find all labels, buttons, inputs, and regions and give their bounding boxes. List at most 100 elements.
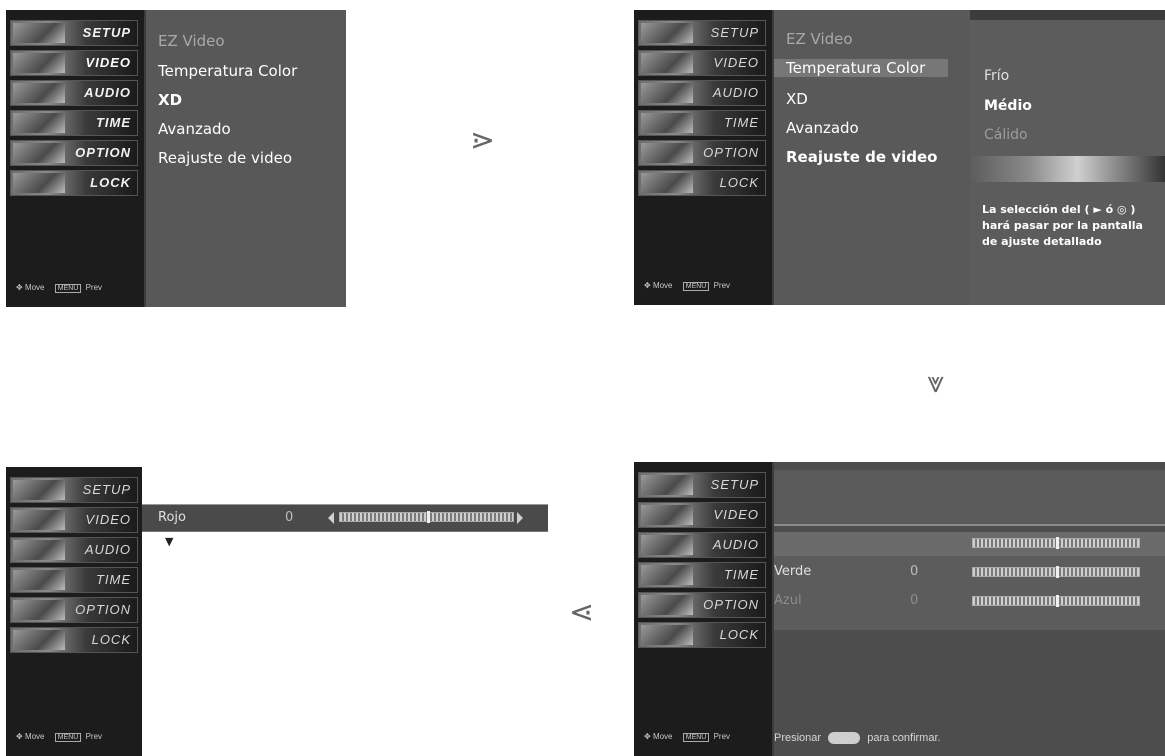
option-medio[interactable]: Médio xyxy=(984,98,1032,114)
lock-thumbnail-icon xyxy=(13,173,65,193)
menu-item-lock[interactable]: LOCK xyxy=(10,627,138,653)
menu-item-time[interactable]: TIME xyxy=(10,110,138,136)
menu-item-label: TIME xyxy=(723,115,759,130)
menu-item-label: OPTION xyxy=(75,602,131,617)
menu-item-label: TIME xyxy=(95,115,131,130)
nav-move-label: Move xyxy=(652,281,673,290)
video-thumbnail-icon xyxy=(13,53,65,73)
menu-item-time[interactable]: TIME xyxy=(638,562,766,588)
green-slider-track[interactable] xyxy=(972,566,1140,578)
flow-arrow-down-icon: ⩔ xyxy=(927,365,944,400)
option-reajuste-video[interactable]: Reajuste de video xyxy=(786,148,937,166)
audio-thumbnail-icon xyxy=(641,83,693,103)
nav-hint: ✥ Move MENU Prev xyxy=(644,281,730,291)
red-slider-track[interactable] xyxy=(339,511,514,523)
option-frio[interactable]: Frío xyxy=(984,68,1009,84)
menu-item-lock[interactable]: LOCK xyxy=(638,170,766,196)
menu-item-audio[interactable]: AUDIO xyxy=(638,80,766,106)
menu-item-lock[interactable]: LOCK xyxy=(638,622,766,648)
menu-item-video[interactable]: VIDEO xyxy=(10,50,138,76)
video-thumbnail-icon xyxy=(641,505,693,525)
slider-center-mark xyxy=(1056,537,1059,549)
menu-item-option[interactable]: OPTION xyxy=(638,592,766,618)
option-thumbnail-icon xyxy=(13,600,65,620)
screen-red-adjust: SETUP VIDEO AUDIO TIME OPTION LOCK ✥ Mov… xyxy=(6,467,142,756)
menu-item-time[interactable]: TIME xyxy=(10,567,138,593)
menu-item-video[interactable]: VIDEO xyxy=(638,502,766,528)
menu-item-label: AUDIO xyxy=(84,85,131,100)
move-icon: ✥ xyxy=(644,732,651,741)
menu-item-option[interactable]: OPTION xyxy=(638,140,766,166)
nav-move-label: Move xyxy=(24,732,45,741)
menu-item-audio[interactable]: AUDIO xyxy=(10,537,138,563)
nav-move-label: Move xyxy=(652,732,673,741)
menu-item-setup[interactable]: SETUP xyxy=(10,477,138,503)
menu-item-label: LOCK xyxy=(90,175,131,190)
menu-item-label: AUDIO xyxy=(712,85,759,100)
scroll-down-icon: ▼ xyxy=(165,535,174,548)
setup-thumbnail-icon xyxy=(13,23,65,43)
menu-item-label: VIDEO xyxy=(713,55,759,70)
option-avanzado[interactable]: Avanzado xyxy=(786,119,859,137)
time-thumbnail-icon xyxy=(641,565,693,585)
menu-item-label: LOCK xyxy=(91,632,131,647)
video-thumbnail-icon xyxy=(13,510,65,530)
confirm-hint: Presionar para confirmar. xyxy=(774,732,941,744)
option-xd[interactable]: XD xyxy=(158,91,182,109)
menu-item-lock[interactable]: LOCK xyxy=(10,170,138,196)
ok-button-icon xyxy=(828,732,861,744)
red-slider-row[interactable]: Rojo 0 xyxy=(142,504,548,532)
option-thumbnail-icon xyxy=(641,143,693,163)
setup-thumbnail-icon xyxy=(641,475,693,495)
nav-prev-label: Prev xyxy=(713,281,731,290)
menu-item-video[interactable]: VIDEO xyxy=(10,507,138,533)
lock-thumbnail-icon xyxy=(13,630,65,650)
option-ez-video[interactable]: EZ Video xyxy=(786,30,853,48)
menu-item-audio[interactable]: AUDIO xyxy=(10,80,138,106)
setup-thumbnail-icon xyxy=(641,23,693,43)
main-menu-sidebar: SETUP VIDEO AUDIO TIME OPTION LOCK ✥ Mov… xyxy=(634,10,772,305)
menu-item-label: LOCK xyxy=(719,627,759,642)
menu-item-setup[interactable]: SETUP xyxy=(638,472,766,498)
menu-key-icon: MENU xyxy=(54,284,82,293)
increase-arrow-icon[interactable] xyxy=(517,512,523,524)
video-options-panel: EZ Video Temperatura Color XD Avanzado R… xyxy=(146,10,346,307)
menu-item-setup[interactable]: SETUP xyxy=(638,20,766,46)
decrease-arrow-icon[interactable] xyxy=(328,512,334,524)
move-icon: ✥ xyxy=(644,281,651,290)
temperature-submenu: Frío Médio Cálido La selección del ( ► ó… xyxy=(970,20,1165,305)
menu-item-label: VIDEO xyxy=(713,507,759,522)
menu-key-icon: MENU xyxy=(682,733,710,742)
menu-item-option[interactable]: OPTION xyxy=(10,140,138,166)
main-menu-sidebar: SETUP VIDEO AUDIO TIME OPTION LOCK ✥ Mov… xyxy=(6,10,144,307)
menu-item-video[interactable]: VIDEO xyxy=(638,50,766,76)
option-reajuste-video[interactable]: Reajuste de video xyxy=(158,149,292,167)
menu-item-label: TIME xyxy=(723,567,759,582)
option-calido[interactable]: Cálido xyxy=(984,127,1028,143)
blue-slider-track[interactable] xyxy=(972,595,1140,607)
option-ez-video[interactable]: EZ Video xyxy=(158,32,225,50)
green-label: Verde xyxy=(774,564,812,579)
menu-item-label: SETUP xyxy=(710,25,759,40)
move-icon: ✥ xyxy=(16,283,23,292)
screen-video-menu: SETUP VIDEO AUDIO TIME OPTION LOCK ✥ Mov… xyxy=(6,10,346,307)
menu-item-option[interactable]: OPTION xyxy=(10,597,138,623)
menu-key-icon: MENU xyxy=(682,282,710,291)
blue-label: Azul xyxy=(774,593,802,608)
time-thumbnail-icon xyxy=(13,570,65,590)
lock-thumbnail-icon xyxy=(641,173,693,193)
panel-header-strip xyxy=(774,470,1165,526)
menu-item-audio[interactable]: AUDIO xyxy=(638,532,766,558)
option-xd[interactable]: XD xyxy=(786,90,808,108)
menu-item-time[interactable]: TIME xyxy=(638,110,766,136)
audio-thumbnail-icon xyxy=(13,540,65,560)
option-thumbnail-icon xyxy=(641,595,693,615)
option-temperatura-color[interactable]: Temperatura Color xyxy=(774,59,948,77)
option-avanzado[interactable]: Avanzado xyxy=(158,120,231,138)
time-thumbnail-icon xyxy=(13,113,65,133)
option-temperatura-color[interactable]: Temperatura Color xyxy=(158,62,297,80)
menu-item-setup[interactable]: SETUP xyxy=(10,20,138,46)
menu-item-label: VIDEO xyxy=(85,512,131,527)
main-menu-sidebar: SETUP VIDEO AUDIO TIME OPTION LOCK ✥ Mov… xyxy=(634,462,772,756)
red-slider-track[interactable] xyxy=(972,537,1140,549)
